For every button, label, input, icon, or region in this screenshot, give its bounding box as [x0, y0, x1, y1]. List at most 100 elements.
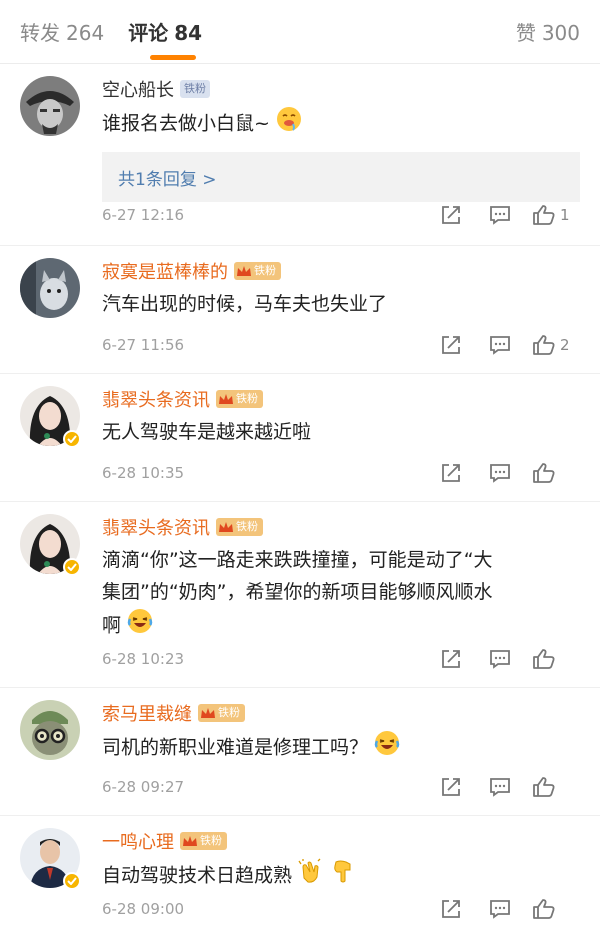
like-button[interactable] [524, 648, 580, 670]
reply-button[interactable] [475, 462, 524, 484]
fan-badge: 铁粉 [198, 704, 245, 722]
comment-item: 翡翠头条资讯 铁粉 滴滴“你”这一路走来跌跌撞撞，可能是动了“大 集团”的“奶肉… [0, 502, 600, 688]
avatar-cat-icon [20, 258, 80, 318]
fan-badge: 铁粉 [180, 832, 227, 850]
comment-tabs: 转发 264 评论 84 赞 300 [0, 0, 600, 64]
user-name[interactable]: 寂寞是蓝棒棒的 [102, 258, 228, 284]
comment-icon [489, 336, 510, 355]
verified-badge-icon [63, 872, 81, 890]
thumbs-up-icon [533, 649, 555, 669]
comment-item: 翡翠头条资讯 铁粉 无人驾驶车是越来越近啦 6-28 10:35 [0, 374, 600, 502]
laughing-tears-icon [127, 608, 153, 644]
thumbs-up-icon [533, 777, 555, 797]
share-icon [441, 464, 460, 482]
like-button[interactable]: 1 [524, 204, 580, 226]
reply-summary[interactable]: 共1条回复 > [102, 152, 580, 202]
like-button[interactable] [524, 776, 580, 798]
share-icon [441, 900, 460, 918]
tab-likes-count: 300 [541, 21, 580, 45]
comment-text-line-last: 啊 [102, 608, 580, 644]
comment-item: 一鸣心理 铁粉 自动驾驶技术日趋成熟 6-28 09:00 [0, 816, 600, 932]
comment-text: 无人驾驶车是越来越近啦 [102, 421, 312, 443]
fan-badge-label: 铁粉 [254, 264, 276, 277]
like-button[interactable] [524, 898, 580, 920]
comment-item: 索马里裁缝 铁粉 司机的新职业难道是修理工吗？ 6-28 09:27 [0, 688, 600, 816]
avatar[interactable] [20, 700, 80, 760]
like-count: 1 [560, 206, 570, 224]
comment-item: 寂寞是蓝棒棒的 铁粉 汽车出现的时候，马车夫也失业了 6-27 11:56 2 [0, 246, 600, 374]
comment-text-line: 集团”的“奶肉”，希望你的新项目能够顺风顺水 [102, 581, 493, 603]
fan-badge-label: 铁粉 [236, 392, 258, 405]
like-count: 2 [560, 336, 570, 354]
share-icon [441, 206, 460, 224]
comment-text: 汽车出现的时候，马车夫也失业了 [102, 293, 388, 315]
fan-badge: 铁粉 [216, 390, 263, 408]
like-button[interactable]: 2 [524, 334, 580, 356]
tab-likes[interactable]: 赞 300 [516, 17, 580, 46]
tab-comments[interactable]: 评论 84 [128, 17, 203, 60]
clapping-hands-icon [298, 858, 324, 894]
crown-icon [182, 834, 198, 848]
crown-icon [236, 264, 252, 278]
thumbs-up-icon [533, 463, 555, 483]
tab-repost-count: 264 [66, 21, 105, 45]
user-name[interactable]: 翡翠头条资讯 [102, 514, 210, 540]
repost-button[interactable] [426, 898, 475, 920]
fan-badge-label: 铁粉 [200, 834, 222, 847]
crown-icon [200, 706, 216, 720]
repost-button[interactable] [426, 334, 475, 356]
thumbs-up-icon [533, 335, 555, 355]
crown-icon [218, 520, 234, 534]
comment-icon [489, 464, 510, 483]
comment-time: 6-27 11:56 [102, 336, 185, 354]
comment-time: 6-28 10:23 [102, 650, 185, 668]
comment-text-content: 谁报名去做小白鼠~ [102, 112, 270, 135]
verified-badge-icon [63, 430, 81, 448]
comment-item: 空心船长 铁粉 谁报名去做小白鼠~ 共1条回复 > 6-27 12:16 1 [0, 64, 600, 246]
reply-button[interactable] [475, 648, 524, 670]
comment-time: 6-28 09:27 [102, 778, 185, 796]
comment-text: 滴滴“你”这一路走来跌跌撞撞，可能是动了“大 集团”的“奶肉”，希望你的新项目能… [102, 544, 580, 644]
share-icon [441, 336, 460, 354]
verified-badge-icon [63, 558, 81, 576]
tab-comments-label: 评论 [128, 21, 169, 45]
comment-icon [489, 206, 510, 225]
fan-badge: 铁粉 [216, 518, 263, 536]
reply-button[interactable] [475, 204, 524, 226]
share-icon [441, 778, 460, 796]
reply-button[interactable] [475, 776, 524, 798]
avatar[interactable] [20, 258, 80, 318]
tab-repost[interactable]: 转发 264 [20, 17, 104, 46]
thumbs-up-icon [533, 899, 555, 919]
fan-badge-label: 铁粉 [236, 520, 258, 533]
repost-button[interactable] [426, 204, 475, 226]
crown-icon [218, 392, 234, 406]
comment-text: 自动驾驶技术日趋成熟 [102, 858, 580, 894]
fan-badge: 铁粉 [180, 80, 210, 98]
tab-comments-count: 84 [174, 21, 203, 45]
avatar[interactable] [20, 76, 80, 136]
share-icon [441, 650, 460, 668]
repost-button[interactable] [426, 462, 475, 484]
reply-button[interactable] [475, 334, 524, 356]
comment-text-content: 自动驾驶技术日趋成熟 [102, 864, 293, 887]
comment-time: 6-27 12:16 [102, 206, 185, 224]
user-name[interactable]: 索马里裁缝 [102, 700, 192, 726]
user-name[interactable]: 空心船长 [102, 76, 174, 102]
user-name[interactable]: 一鸣心理 [102, 828, 174, 854]
comment-icon [489, 900, 510, 919]
tab-repost-label: 转发 [20, 21, 60, 45]
avatar-cat-glasses-icon [20, 700, 80, 760]
comment-text: 司机的新职业难道是修理工吗？ [102, 730, 580, 766]
reply-button[interactable] [475, 898, 524, 920]
comment-text: 谁报名去做小白鼠~ [102, 106, 580, 142]
comment-text-content: 司机的新职业难道是修理工吗？ [102, 736, 369, 759]
comment-text-line: 滴滴“你”这一路走来跌跌撞撞，可能是动了“大 [102, 549, 493, 571]
laughing-tears-icon [374, 730, 400, 766]
drooling-face-icon [276, 106, 302, 142]
repost-button[interactable] [426, 648, 475, 670]
comment-time: 6-28 10:35 [102, 464, 185, 482]
repost-button[interactable] [426, 776, 475, 798]
like-button[interactable] [524, 462, 580, 484]
user-name[interactable]: 翡翠头条资讯 [102, 386, 210, 412]
